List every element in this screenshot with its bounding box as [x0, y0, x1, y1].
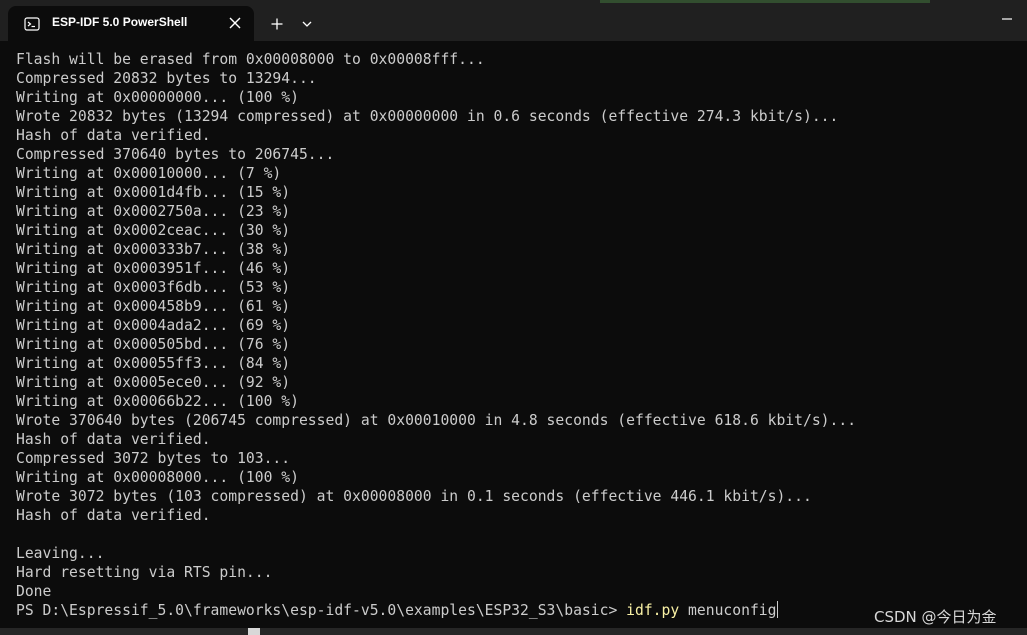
- output-line: Hash of data verified.: [16, 431, 211, 448]
- output-line: Wrote 3072 bytes (103 compressed) at 0x0…: [16, 488, 812, 505]
- desktop-edge: [600, 0, 930, 3]
- taskbar-segment: [248, 628, 260, 635]
- output-line: Writing at 0x00066b22... (100 %): [16, 393, 299, 410]
- plus-icon[interactable]: [266, 13, 288, 35]
- minimize-icon[interactable]: [992, 6, 1022, 32]
- command-args: menuconfig: [679, 602, 777, 619]
- output-line: Writing at 0x000458b9... (61 %): [16, 298, 291, 315]
- output-line: Leaving...: [16, 545, 105, 562]
- output-line: Writing at 0x000505bd... (76 %): [16, 336, 291, 353]
- tab-title: ESP-IDF 5.0 PowerShell: [52, 15, 188, 29]
- output-line: Writing at 0x0003f6db... (53 %): [16, 279, 291, 296]
- terminal-output: Flash will be erased from 0x00008000 to …: [16, 50, 856, 620]
- output-line: Writing at 0x00008000... (100 %): [16, 469, 299, 486]
- taskbar-edge: [0, 628, 1027, 635]
- output-line: Writing at 0x0004ada2... (69 %): [16, 317, 291, 334]
- terminal-output-area[interactable]: Flash will be erased from 0x00008000 to …: [0, 41, 1027, 635]
- prompt-line[interactable]: PS D:\Espressif_5.0\frameworks\esp-idf-v…: [16, 601, 856, 620]
- output-line: Compressed 370640 bytes to 206745...: [16, 146, 335, 163]
- output-line: Compressed 3072 bytes to 103...: [16, 450, 291, 467]
- watermark: CSDN @今日为金: [874, 608, 997, 626]
- tab-powershell[interactable]: ESP-IDF 5.0 PowerShell: [8, 6, 254, 41]
- output-line: Writing at 0x0001d4fb... (15 %): [16, 184, 291, 201]
- command-name: idf.py: [626, 602, 680, 619]
- output-line: Writing at 0x00010000... (7 %): [16, 165, 282, 182]
- output-line: Writing at 0x000333b7... (38 %): [16, 241, 291, 258]
- output-line: Hash of data verified.: [16, 507, 211, 524]
- output-line: Writing at 0x0002ceac... (30 %): [16, 222, 291, 239]
- output-line: Writing at 0x00055ff3... (84 %): [16, 355, 291, 372]
- output-line: Wrote 370640 bytes (206745 compressed) a…: [16, 412, 857, 429]
- close-icon[interactable]: [224, 12, 246, 34]
- output-line: Wrote 20832 bytes (13294 compressed) at …: [16, 108, 839, 125]
- title-bar: ESP-IDF 5.0 PowerShell: [0, 0, 1027, 41]
- terminal-window: ESP-IDF 5.0 PowerShell Flash will be era…: [0, 0, 1027, 635]
- output-line: Writing at 0x0005ece0... (92 %): [16, 374, 291, 391]
- output-line: Hard resetting via RTS pin...: [16, 564, 273, 581]
- chevron-down-icon[interactable]: [296, 13, 318, 35]
- output-line: Compressed 20832 bytes to 13294...: [16, 70, 317, 87]
- output-line: Writing at 0x0003951f... (46 %): [16, 260, 291, 277]
- output-line: Flash will be erased from 0x00008000 to …: [16, 51, 485, 68]
- output-line: Writing at 0x00000000... (100 %): [16, 89, 299, 106]
- terminal-icon: [24, 16, 40, 32]
- text-cursor: [776, 601, 778, 618]
- output-line: Hash of data verified.: [16, 127, 211, 144]
- output-line: Done: [16, 583, 52, 600]
- output-line: Writing at 0x0002750a... (23 %): [16, 203, 291, 220]
- prompt-path: PS D:\Espressif_5.0\frameworks\esp-idf-v…: [16, 602, 627, 619]
